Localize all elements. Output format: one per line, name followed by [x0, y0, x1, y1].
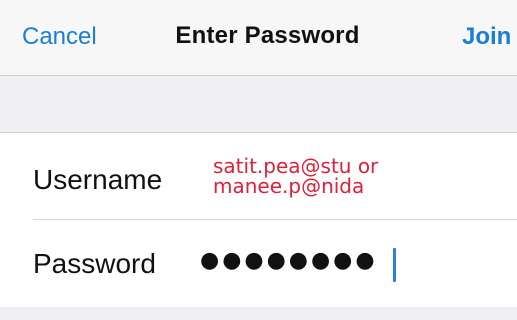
username-annotation-line1: satit.pea@stu or — [213, 154, 379, 178]
navigation-bar: Cancel Enter Password Join — [0, 0, 517, 76]
username-label: Username — [33, 164, 163, 195]
password-label: Password — [33, 248, 156, 279]
username-row[interactable]: Username satit.pea@stu or manee.p@nida — [0, 133, 517, 220]
text-caret — [393, 248, 396, 282]
password-row[interactable]: Password ●●●●●●●● — [0, 220, 517, 307]
username-annotation-line2: manee.p@nida — [213, 174, 365, 198]
section-spacer — [0, 76, 517, 132]
credentials-form: Username satit.pea@stu or manee.p@nida P… — [0, 132, 517, 308]
enter-password-screen: Cancel Enter Password Join Username sati… — [0, 0, 517, 320]
username-annotation: satit.pea@stu or manee.p@nida — [213, 156, 378, 196]
password-field[interactable]: ●●●●●●●● — [200, 246, 500, 286]
bottom-background — [0, 307, 517, 320]
page-title-wrap: Enter Password — [0, 22, 517, 50]
password-masked-value: ●●●●●●●● — [200, 248, 378, 273]
page-title: Enter Password — [175, 22, 360, 49]
join-button[interactable]: Join — [462, 23, 511, 51]
